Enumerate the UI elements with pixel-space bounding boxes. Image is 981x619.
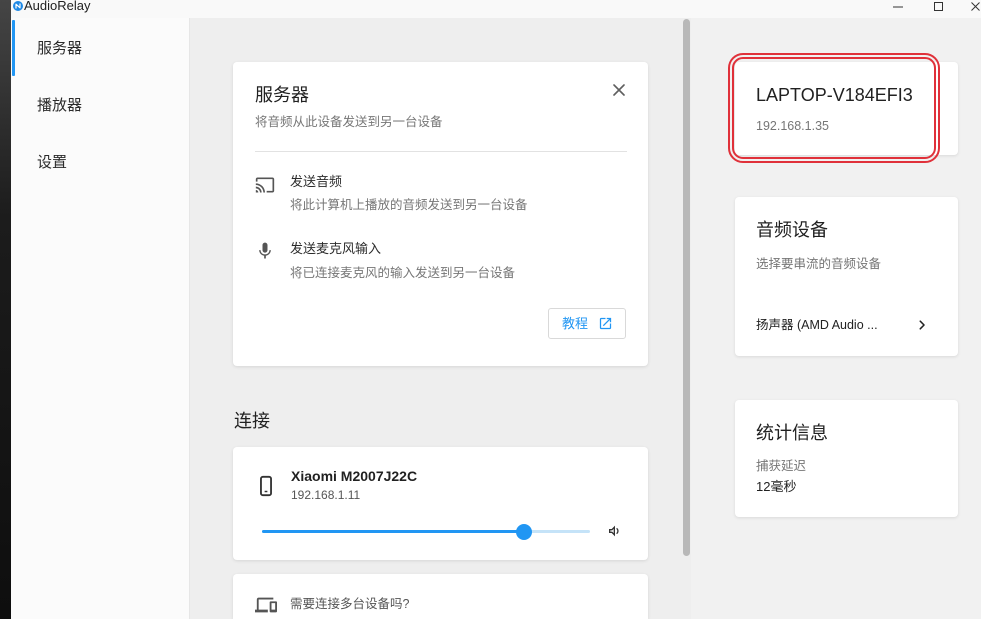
external-link-icon [599,317,612,330]
multi-device-text: 需要连接多台设备吗? [290,597,410,611]
volume-slider-thumb[interactable] [516,523,533,540]
close-icon [970,2,980,11]
main-content: 服务器 将音频从此设备发送到另一台设备 发送音频 将此计算机上播放的音频发送到另… [190,18,691,619]
minimize-button[interactable] [887,0,909,13]
option-title: 发送麦克风输入 [290,241,382,256]
option-send-microphone[interactable]: 发送麦克风输入 将已连接麦克风的输入发送到另一台设备 [245,232,635,284]
sidebar-item-settings[interactable]: 设置 [11,134,189,191]
scrollbar-thumb[interactable] [683,19,690,556]
minimize-icon [893,6,903,7]
latency-value: 12毫秒 [756,479,797,494]
host-name: LAPTOP-V184EFI3 [756,85,913,105]
chevron-right-icon [919,320,925,330]
selected-indicator [12,20,15,76]
multi-device-card[interactable]: 需要连接多台设备吗? [233,574,648,619]
dismiss-card-button[interactable] [607,78,631,102]
server-card-title: 服务器 [255,85,309,105]
sidebar-item-server[interactable]: 服务器 [11,20,189,77]
host-ip: 192.168.1.35 [756,119,829,133]
connections-heading: 连接 [234,411,270,431]
sidebar-item-label: 播放器 [37,97,83,114]
sidebar-item-player[interactable]: 播放器 [11,77,189,134]
device-ip: 192.168.1.11 [291,488,361,502]
sidebar: 服务器 播放器 设置 [11,18,190,619]
option-send-audio[interactable]: 发送音频 将此计算机上播放的音频发送到另一台设备 [245,166,635,218]
devices-icon [255,597,277,613]
window-title: AudioRelay [24,0,91,13]
sidebar-item-label: 设置 [37,154,68,171]
option-title: 发送音频 [290,174,343,189]
audio-device-title: 音频设备 [756,220,828,240]
host-card: LAPTOP-V184EFI3 192.168.1.35 [735,62,958,155]
close-icon [613,84,625,96]
tutorial-button[interactable]: 教程 [548,308,626,339]
option-description: 将已连接麦克风的输入发送到另一台设备 [290,266,516,280]
volume-slider[interactable] [262,523,590,540]
option-description: 将此计算机上播放的音频发送到另一台设备 [290,198,528,212]
server-card-subtitle: 将音频从此设备发送到另一台设备 [255,115,443,129]
cast-icon [255,177,275,193]
maximize-button[interactable] [927,0,949,13]
smartphone-icon [260,475,272,497]
right-panel: LAPTOP-V184EFI3 192.168.1.35 音频设备 选择要串流的… [691,18,981,619]
audio-device-card: 音频设备 选择要串流的音频设备 扬声器 (AMD Audio ... [735,197,958,356]
microphone-icon [259,242,271,259]
volume-button[interactable] [604,520,626,542]
statistics-title: 统计信息 [756,423,828,443]
window-close-button[interactable] [969,0,981,13]
audiorelay-logo-icon [13,1,23,11]
audio-device-selector[interactable]: 扬声器 (AMD Audio ... [735,305,958,345]
maximize-icon [933,2,943,11]
divider [255,151,627,152]
sidebar-item-label: 服务器 [37,40,83,57]
volume-icon [609,525,619,537]
server-card: 服务器 将音频从此设备发送到另一台设备 发送音频 将此计算机上播放的音频发送到另… [233,62,648,366]
latency-label: 捕获延迟 [756,459,807,473]
device-name: Xiaomi M2007J22C [291,468,418,484]
desktop-background [0,0,11,619]
device-card: Xiaomi M2007J22C 192.168.1.11 [233,447,648,560]
selected-audio-device: 扬声器 (AMD Audio ... [756,318,878,332]
tutorial-button-label: 教程 [562,316,589,331]
volume-slider-fill [262,530,525,533]
title-bar: AudioRelay [11,0,981,18]
audio-device-subtitle: 选择要串流的音频设备 [756,257,882,271]
statistics-card: 统计信息 捕获延迟 12毫秒 [735,400,958,517]
